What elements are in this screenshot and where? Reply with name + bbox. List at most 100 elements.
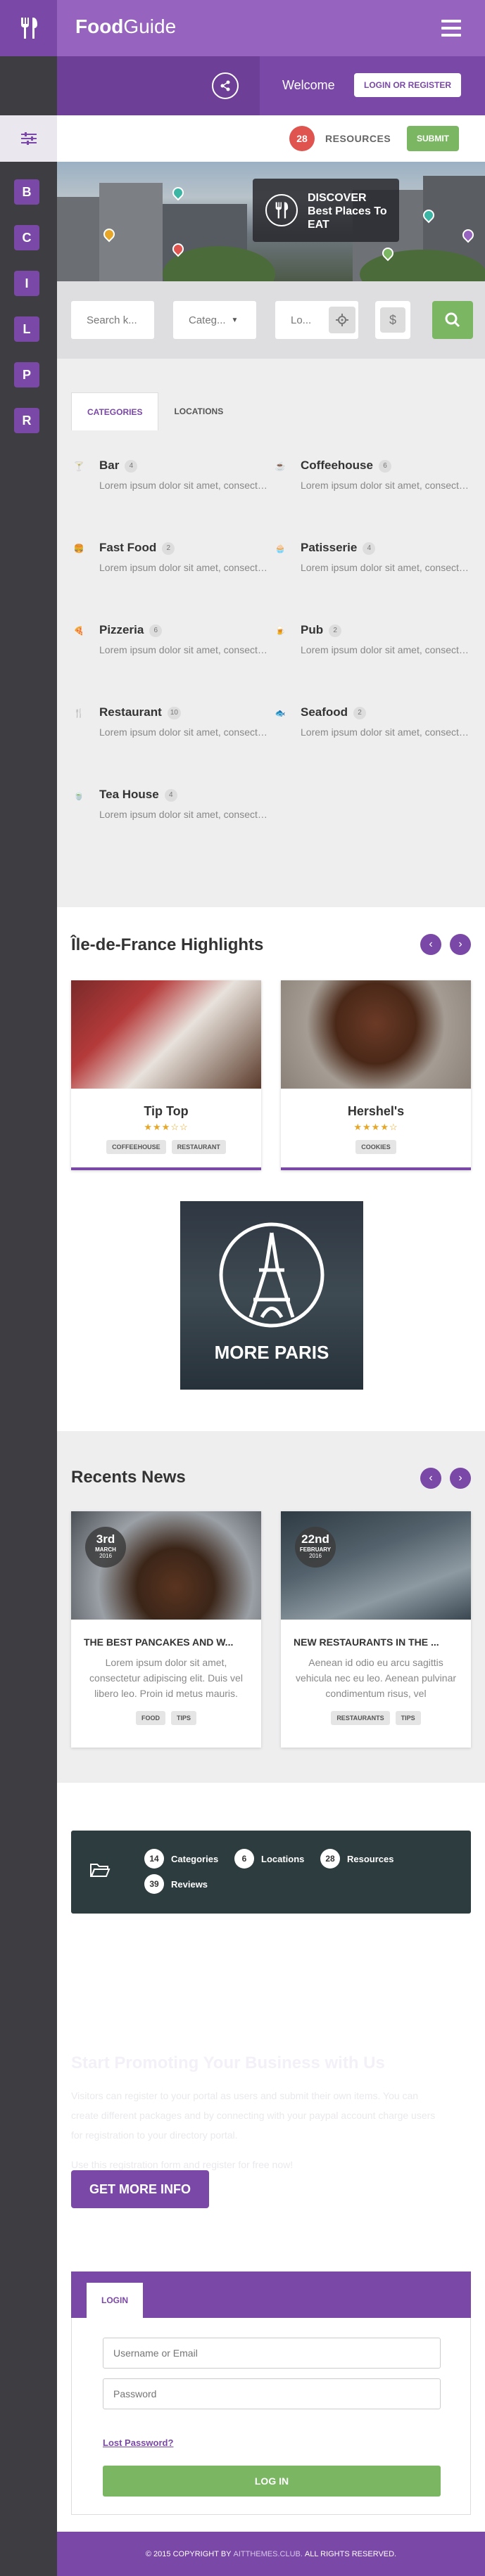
fish-icon: 🐟 <box>275 708 286 718</box>
tag-food[interactable]: FOOD <box>135 1711 165 1725</box>
category-item-coffeehouse[interactable]: ☕ Coffeehouse 6 Lorem ipsum dolor sit ame… <box>272 457 471 520</box>
promo-text: Visitors can register to your portal as … <box>71 2090 436 2141</box>
tag-cookies[interactable]: COOKIES <box>355 1140 396 1154</box>
letter-b[interactable]: B <box>14 179 39 205</box>
stat-reviews: 39 Reviews <box>144 1874 208 1894</box>
tag-restaurants[interactable]: RESTAURANTS <box>331 1711 390 1725</box>
date-badge: 22nd FEBRUARY 2016 <box>295 1527 336 1568</box>
tab-locations[interactable]: LOCATIONS <box>158 392 239 430</box>
password-field[interactable] <box>103 2378 441 2409</box>
login-register-button[interactable]: LOGIN OR REGISTER <box>354 73 462 97</box>
category-description: Lorem ipsum dolor sit amet, consectetur … <box>301 562 470 573</box>
category-item-tea-house[interactable]: 🍵 Tea House 4 Lorem ipsum dolor sit amet,… <box>71 786 270 850</box>
tag-restaurant[interactable]: RESTAURANT <box>171 1140 226 1154</box>
footer-link[interactable]: AITTHEMES.CLUB. <box>234 2550 303 2558</box>
news-image: 22nd FEBRUARY 2016 <box>281 1511 471 1620</box>
highlights-nav: ‹ › <box>412 934 471 955</box>
location-input[interactable]: Lo... <box>275 301 358 339</box>
category-name: Patisserie <box>301 541 358 554</box>
category-name: Seafood <box>301 705 348 719</box>
news-card[interactable]: 3rd MARCH 2016 THE BEST PANCAKES AND W..… <box>71 1511 261 1748</box>
chevron-left-icon[interactable]: ‹ <box>420 1468 441 1489</box>
card-title: Tip Top <box>144 1104 189 1118</box>
news-headline[interactable]: THE BEST PANCAKES AND W... <box>84 1636 248 1648</box>
category-item-fast-food[interactable]: 🍔 Fast Food 2 Lorem ipsum dolor sit amet,… <box>71 539 270 603</box>
stats-box: 14 Categories 6 Locations 28 Resources 3… <box>71 1831 471 1914</box>
news-image: 3rd MARCH 2016 <box>71 1511 261 1620</box>
category-count: 4 <box>164 788 177 802</box>
pizza-icon: 🍕 <box>73 626 84 636</box>
date-year: 2016 <box>309 1553 322 1559</box>
category-count: 2 <box>329 624 342 637</box>
login-button[interactable]: LOG IN <box>103 2466 441 2497</box>
brand-rest: Guide <box>123 15 177 37</box>
tab-login[interactable]: LOGIN <box>87 2283 143 2318</box>
rating-stars: ★★★★☆ <box>353 1122 398 1132</box>
tag-coffeehouse[interactable]: COFFEEHOUSE <box>106 1140 166 1154</box>
filter-toggle-icon[interactable] <box>0 115 57 162</box>
letter-l[interactable]: L <box>14 316 39 342</box>
chevron-left-icon[interactable]: ‹ <box>420 934 441 955</box>
keyword-search-input[interactable]: Search k... <box>71 301 154 339</box>
stat-number: 6 <box>234 1849 254 1869</box>
category-item-restaurant[interactable]: 🍴 Restaurant 10 Lorem ipsum dolor sit ame… <box>71 704 270 767</box>
category-item-patisserie[interactable]: 🧁 Patisserie 4 Lorem ipsum dolor sit amet… <box>272 539 471 603</box>
category-item-pizzeria[interactable]: 🍕 Pizzeria 6 Lorem ipsum dolor sit amet, … <box>71 622 270 685</box>
letter-p[interactable]: P <box>14 362 39 387</box>
category-select[interactable]: Categ... ▼ <box>173 301 256 339</box>
news-card[interactable]: 22nd FEBRUARY 2016 NEW RESTAURANTS IN TH… <box>281 1511 471 1748</box>
brand-logo[interactable]: FoodGuide <box>75 15 176 38</box>
chevron-right-icon[interactable]: › <box>450 1468 471 1489</box>
letter-r[interactable]: R <box>14 408 39 433</box>
caret-down-icon: ▼ <box>231 316 239 324</box>
location-input-value: Lo... <box>291 314 312 326</box>
category-item-bar[interactable]: 🍸 Bar 4 Lorem ipsum dolor sit amet, conse… <box>71 457 270 520</box>
login-section: LOGIN Lost Password? LOG IN <box>57 2271 485 2532</box>
alphabet-index: B C I L P R <box>14 179 42 454</box>
stat-number: 39 <box>144 1874 164 1894</box>
search-button[interactable] <box>432 301 473 339</box>
cocktail-icon: 🍸 <box>73 461 84 471</box>
share-icon[interactable] <box>212 72 239 99</box>
stat-number: 28 <box>320 1849 340 1869</box>
cutlery-logo-icon[interactable] <box>0 0 57 56</box>
letter-c[interactable]: C <box>14 225 39 250</box>
tag-tips[interactable]: TIPS <box>170 1711 196 1725</box>
price-filter[interactable]: $ <box>375 301 410 339</box>
tab-categories[interactable]: CATEGORIES <box>71 392 159 430</box>
stat-locations: 6 Locations <box>234 1849 304 1869</box>
category-description: Lorem ipsum dolor sit amet, consectetur … <box>99 562 268 573</box>
category-select-value: Categ... <box>189 314 226 326</box>
highlight-card[interactable]: Tip Top ★★★☆☆ COFFEEHOUSE RESTAURANT <box>71 980 261 1170</box>
card-title: Hershel's <box>347 1104 405 1118</box>
date-day: 3rd <box>96 1532 115 1546</box>
cake-icon: 🧁 <box>275 544 286 553</box>
news-title: Recents News <box>71 1468 186 1487</box>
resources-link[interactable]: RESOURCES <box>325 133 391 144</box>
category-item-pub[interactable]: 🍺 Pub 2 Lorem ipsum dolor sit amet, conse… <box>272 622 471 685</box>
submit-button[interactable]: SUBMIT <box>407 126 459 151</box>
news-headline[interactable]: NEW RESTAURANTS IN THE ... <box>294 1636 458 1648</box>
card-image <box>281 980 471 1089</box>
tag-tips[interactable]: TIPS <box>395 1711 421 1725</box>
map-pin-icon[interactable] <box>170 184 187 201</box>
category-count: 10 <box>167 706 181 719</box>
more-paris-banner[interactable]: MORE PARIS <box>180 1201 363 1390</box>
highlight-card[interactable]: Hershel's ★★★★☆ COOKIES <box>281 980 471 1170</box>
category-name: Coffeehouse <box>301 459 373 472</box>
category-description: Lorem ipsum dolor sit amet, consectetur … <box>99 809 268 820</box>
user-bar: Welcome LOGIN OR REGISTER <box>57 56 485 115</box>
lost-password-link[interactable]: Lost Password? <box>103 2437 173 2448</box>
hero-map[interactable]: DISCOVER Best Places To EAT <box>57 162 485 281</box>
category-item-seafood[interactable]: 🐟 Seafood 2 Lorem ipsum dolor sit amet, c… <box>272 704 471 767</box>
chevron-right-icon[interactable]: › <box>450 934 471 955</box>
letter-i[interactable]: I <box>14 271 39 296</box>
category-description: Lorem ipsum dolor sit amet, consectetur … <box>301 644 470 655</box>
menu-icon[interactable] <box>441 20 461 41</box>
search-icon <box>445 312 460 328</box>
resources-count-badge: 28 <box>289 126 315 151</box>
get-more-info-button[interactable]: GET MORE INFO <box>71 2170 209 2208</box>
date-month: FEBRUARY <box>299 1546 332 1553</box>
username-field[interactable] <box>103 2338 441 2369</box>
crosshair-icon[interactable] <box>329 307 355 333</box>
